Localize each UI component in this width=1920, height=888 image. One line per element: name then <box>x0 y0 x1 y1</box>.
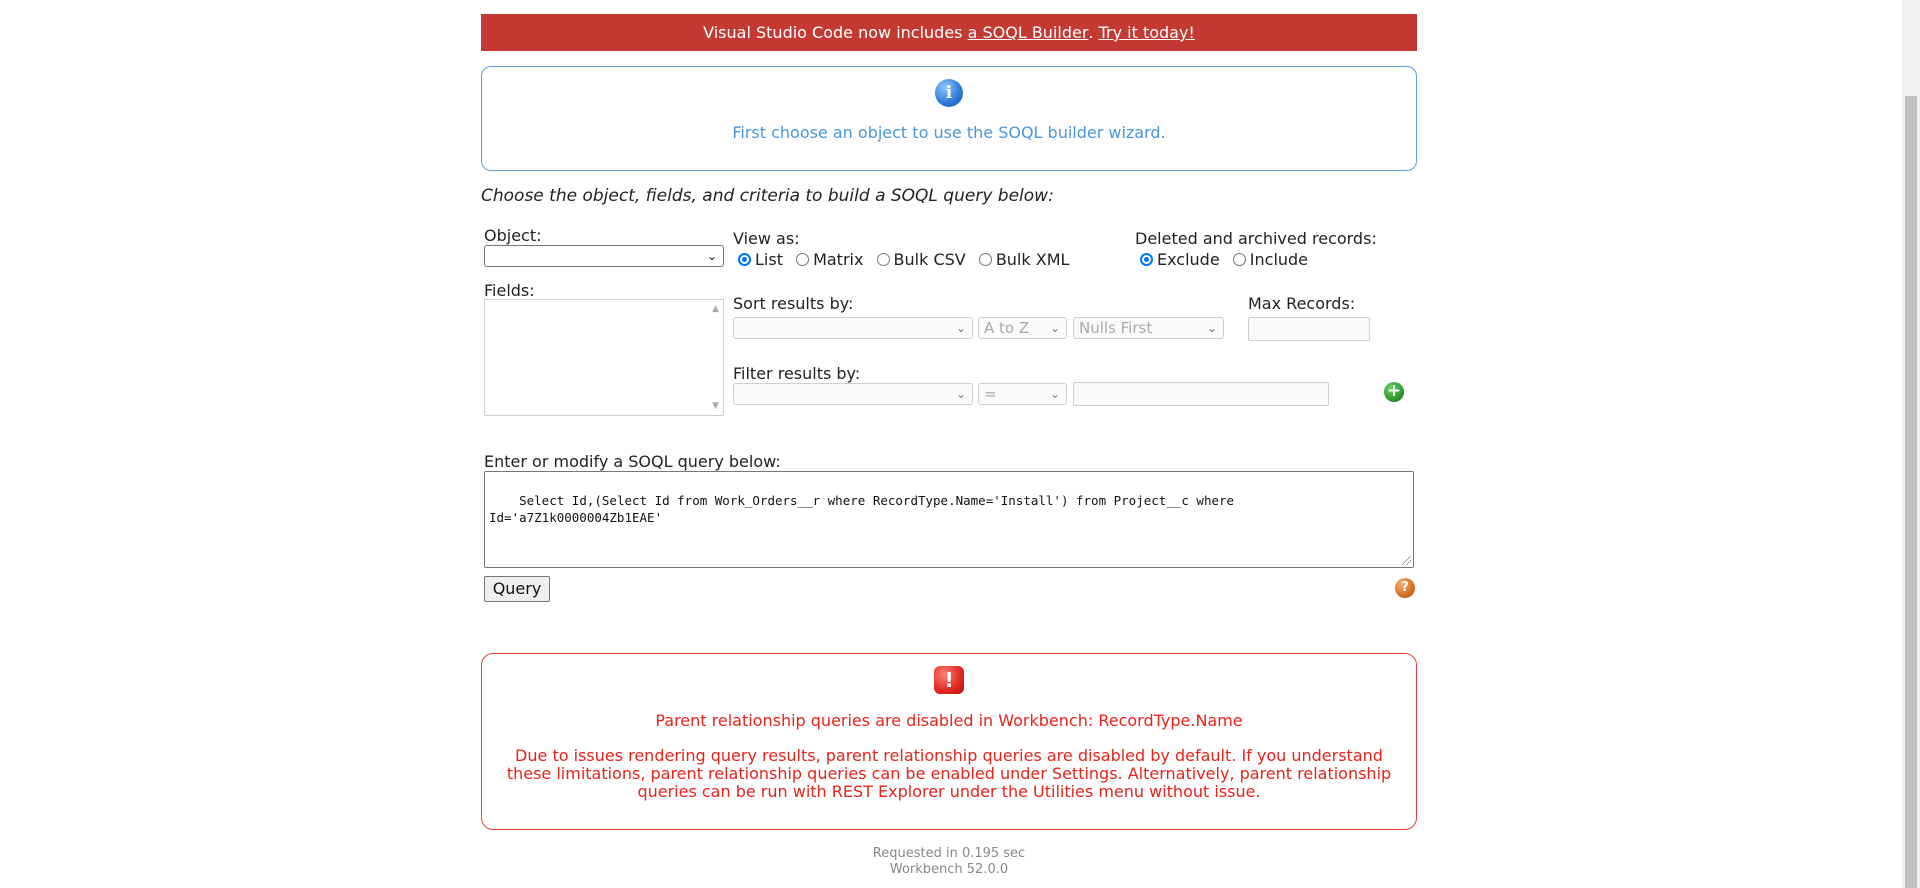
deleted-records-options: Exclude Include <box>1140 250 1316 269</box>
chevron-down-icon: ⌄ <box>955 387 966 401</box>
filter-label: Filter results by: <box>733 364 861 383</box>
filter-field-select[interactable]: ⌄ <box>733 383 973 405</box>
sort-label: Sort results by: <box>733 294 854 313</box>
fields-label: Fields: <box>484 281 535 300</box>
soql-builder-link[interactable]: a SOQL Builder <box>968 23 1089 42</box>
query-label: Enter or modify a SOQL query below: <box>484 452 781 471</box>
object-select[interactable]: ⌄ <box>484 245 724 267</box>
include-option[interactable]: Include <box>1232 250 1308 269</box>
radio-icon[interactable] <box>978 253 992 266</box>
chevron-down-icon: ⌄ <box>1206 321 1217 335</box>
deleted-records-label: Deleted and archived records: <box>1135 229 1377 248</box>
filter-value-input[interactable] <box>1073 382 1329 406</box>
error-message-box: ! Parent relationship queries are disabl… <box>481 653 1417 830</box>
page-scrollbar[interactable] <box>1902 0 1920 888</box>
exclude-option[interactable]: Exclude <box>1140 250 1220 269</box>
soql-query-textarea[interactable]: Select Id,(Select Id from Work_Orders__r… <box>484 471 1414 568</box>
add-filter-plus-icon[interactable]: + <box>1384 382 1404 402</box>
view-as-matrix-option[interactable]: Matrix <box>796 250 863 269</box>
sort-nulls-select[interactable]: Nulls First ⌄ <box>1073 317 1224 339</box>
scroll-down-icon[interactable]: ▼ <box>712 401 719 411</box>
chevron-down-icon: ⌄ <box>706 249 717 263</box>
max-records-input[interactable] <box>1248 317 1370 341</box>
sort-field-select[interactable]: ⌄ <box>733 317 973 339</box>
filter-operator-select[interactable]: = ⌄ <box>978 383 1067 405</box>
page-footer: Requested in 0.195 sec Workbench 52.0.0 <box>481 846 1417 878</box>
chevron-down-icon: ⌄ <box>1049 321 1060 335</box>
error-title: Parent relationship queries are disabled… <box>655 711 1243 730</box>
error-body: Due to issues rendering query results, p… <box>506 746 1392 801</box>
radio-icon[interactable] <box>738 253 751 266</box>
view-as-list-option[interactable]: List <box>738 250 783 269</box>
view-as-options: List Matrix Bulk CSV Bulk XML <box>738 250 1077 269</box>
vscode-banner: Visual Studio Code now includes a SOQL B… <box>481 14 1417 51</box>
radio-icon[interactable] <box>1232 253 1246 266</box>
scrollbar-thumb[interactable] <box>1905 96 1917 888</box>
resize-handle-icon[interactable] <box>1402 556 1411 565</box>
info-icon: i <box>935 79 963 107</box>
view-as-label: View as: <box>733 229 800 248</box>
radio-icon[interactable] <box>1140 253 1153 266</box>
sort-order-select[interactable]: A to Z ⌄ <box>978 317 1067 339</box>
intro-instructions: Choose the object, fields, and criteria … <box>481 186 1054 206</box>
view-as-bulk-csv-option[interactable]: Bulk CSV <box>876 250 966 269</box>
info-message-box: i First choose an object to use the SOQL… <box>481 66 1417 171</box>
object-label: Object: <box>484 226 542 245</box>
error-icon: ! <box>934 666 964 694</box>
radio-icon[interactable] <box>876 253 890 266</box>
radio-icon[interactable] <box>796 253 810 266</box>
workbench-version: Workbench 52.0.0 <box>889 862 1009 877</box>
help-icon[interactable]: ? <box>1395 578 1415 598</box>
listbox-scrollbar[interactable]: ▲ ▼ <box>707 300 723 415</box>
request-time: Requested in 0.195 sec <box>872 846 1026 861</box>
banner-text: Visual Studio Code now includes <box>703 23 968 42</box>
fields-listbox[interactable]: ▲ ▼ <box>484 299 724 416</box>
query-button[interactable]: Query <box>484 576 550 602</box>
banner-separator: . <box>1088 23 1099 42</box>
try-it-today-link[interactable]: Try it today! <box>1099 23 1195 42</box>
chevron-down-icon: ⌄ <box>955 321 966 335</box>
chevron-down-icon: ⌄ <box>1049 387 1060 401</box>
soql-query-text: Select Id,(Select Id from Work_Orders__r… <box>489 493 1235 525</box>
scroll-up-icon[interactable]: ▲ <box>712 304 719 314</box>
max-records-label: Max Records: <box>1248 294 1356 313</box>
view-as-bulk-xml-option[interactable]: Bulk XML <box>978 250 1069 269</box>
info-message-text: First choose an object to use the SOQL b… <box>732 123 1166 142</box>
